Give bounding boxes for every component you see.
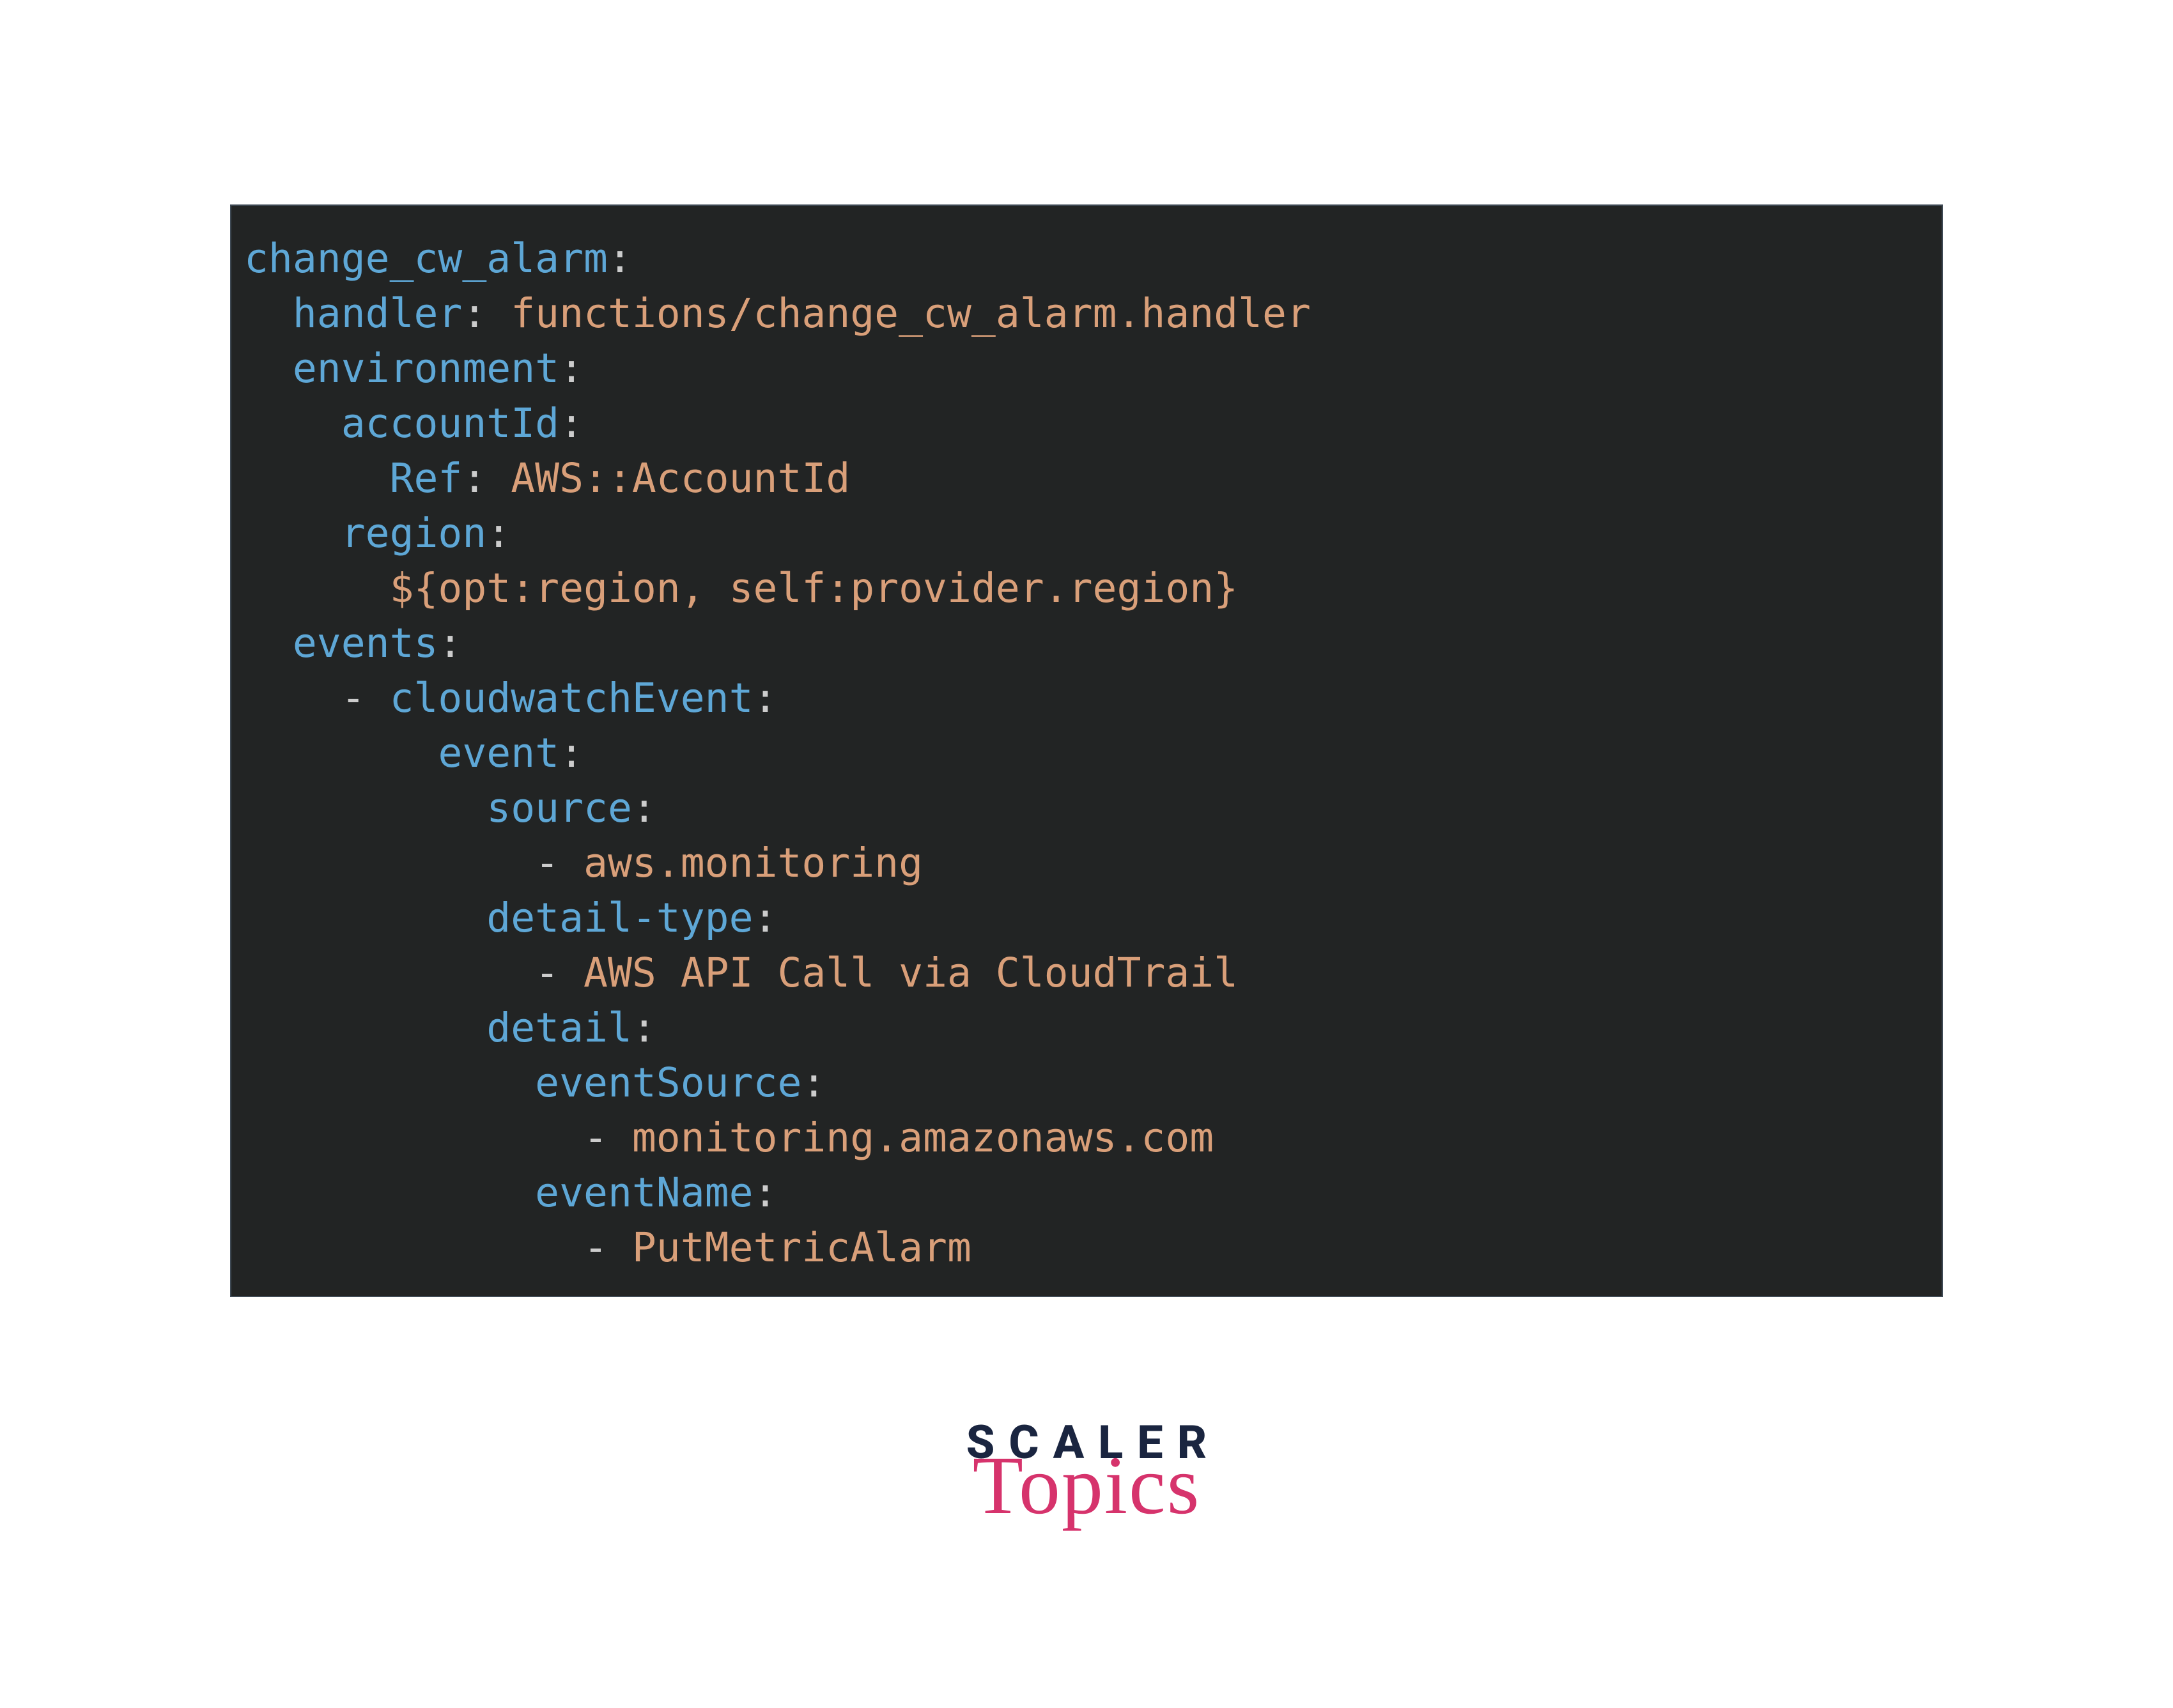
code-key: eventName <box>535 1169 753 1216</box>
code-editor-panel: change_cw_alarm: handler: functions/chan… <box>230 204 1943 1297</box>
list-dash: - <box>584 1224 632 1271</box>
code-value: functions/change_cw_alarm.handler <box>511 290 1311 337</box>
code-value: AWS::AccountId <box>511 455 850 502</box>
code-key: handler <box>293 290 463 337</box>
brand-logo: SCALER Topics <box>895 1415 1278 1527</box>
code-value: PutMetricAlarm <box>632 1224 971 1271</box>
code-key: detail-type <box>486 895 753 941</box>
code-key: change_cw_alarm <box>244 235 608 282</box>
code-value: monitoring.amazonaws.com <box>632 1114 1214 1161</box>
yaml-code-block: change_cw_alarm: handler: functions/chan… <box>244 231 1942 1275</box>
code-key: cloudwatchEvent <box>390 675 754 721</box>
list-dash: - <box>584 1114 632 1161</box>
code-key: event <box>438 730 559 776</box>
code-value: AWS API Call via CloudTrail <box>584 950 1238 996</box>
code-key: events <box>293 620 438 666</box>
code-key: environment <box>293 345 559 392</box>
code-key: Ref <box>390 455 463 502</box>
code-key: eventSource <box>535 1059 801 1106</box>
list-dash: - <box>535 840 584 886</box>
code-key: accountId <box>341 400 559 447</box>
code-value: aws.monitoring <box>584 840 923 886</box>
list-dash: - <box>535 950 584 996</box>
code-key: region <box>341 510 487 557</box>
list-dash: - <box>341 675 390 721</box>
code-key: detail <box>486 1004 632 1051</box>
code-value: ${opt:region, self:provider.region} <box>390 565 1239 612</box>
code-key: source <box>486 785 632 831</box>
